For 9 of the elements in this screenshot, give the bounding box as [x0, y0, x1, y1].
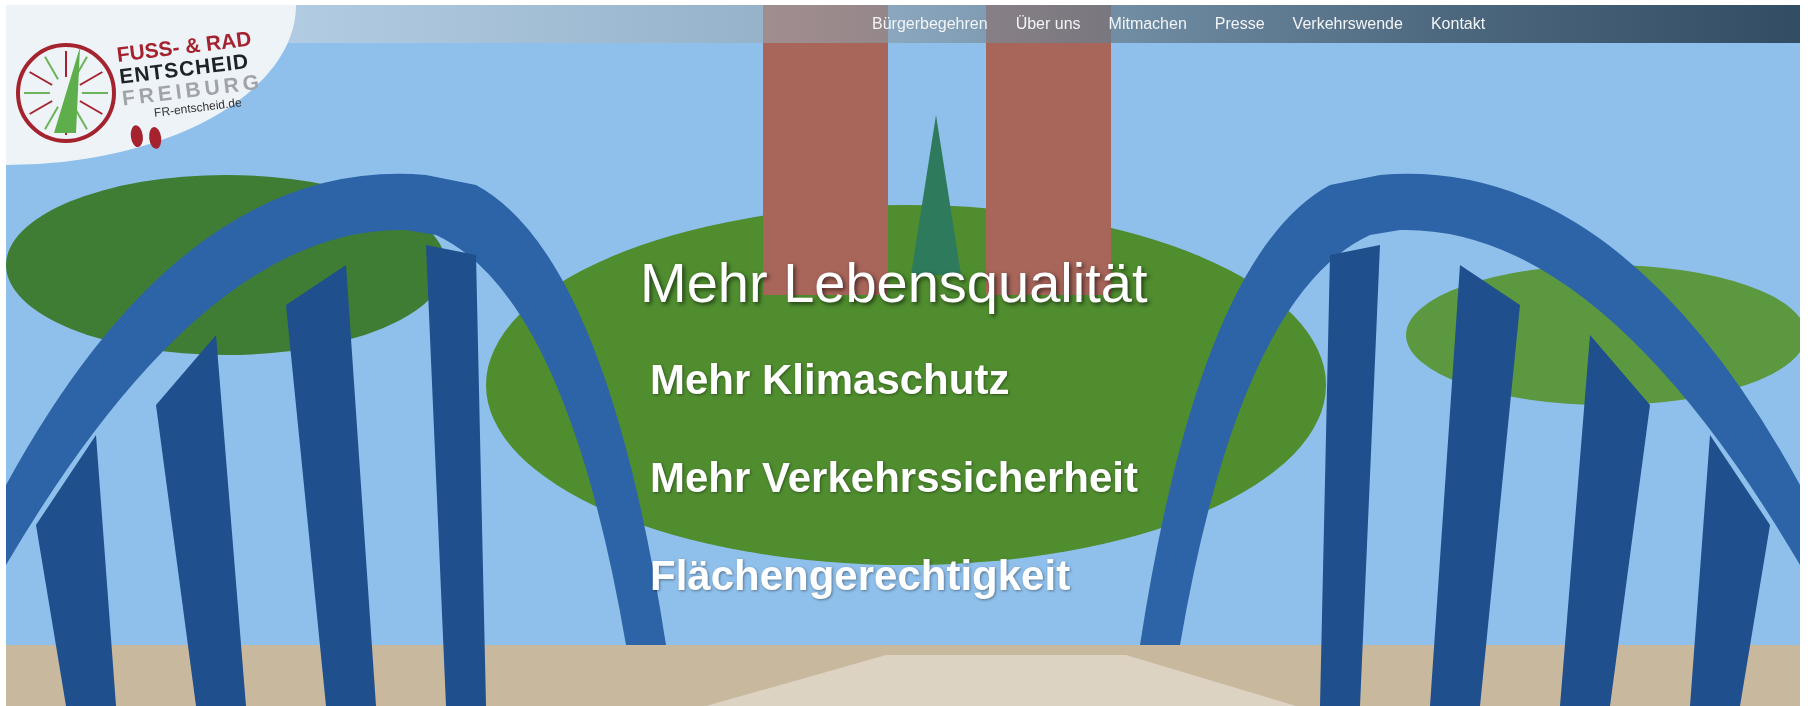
nav-link[interactable]: Über uns — [1001, 15, 1095, 33]
nav-link[interactable]: Kontakt — [1416, 15, 1500, 33]
headline: Mehr Lebensqualität — [640, 250, 1149, 316]
nav-link[interactable]: Bürgerbegehren — [858, 15, 1002, 33]
nav-link[interactable]: Verkehrswende — [1278, 15, 1417, 33]
goal-heading: Mehr Klimaschutz — [650, 355, 1011, 405]
nav-link[interactable]: Presse — [1200, 15, 1279, 33]
nav-link[interactable]: Mitmachen — [1094, 15, 1201, 33]
goal-heading: Mehr Verkehrssicherheit — [650, 453, 1139, 503]
